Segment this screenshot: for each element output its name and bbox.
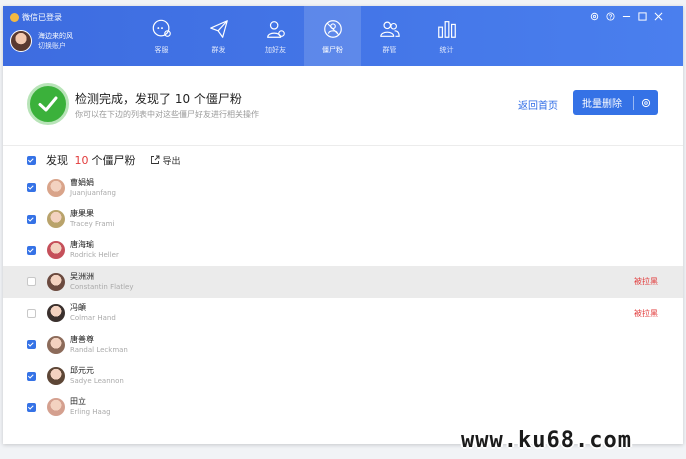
list-item[interactable]: 吴洲洲 Constantin Flatley 被拉黑: [3, 266, 683, 298]
help-icon[interactable]: [606, 12, 615, 21]
tab-label: 统计: [439, 45, 454, 54]
app-window: 微信已登录 海边来的风 切换账户 客服 群发 加好友 僵尸粉 群管 统计 检测完…: [3, 6, 683, 444]
friend-remark: Erling Haag: [70, 408, 111, 417]
row-checkbox[interactable]: [27, 245, 36, 255]
avatar: [47, 210, 65, 229]
app-logo-icon: [10, 13, 19, 22]
export-icon: [150, 155, 159, 164]
row-checkbox[interactable]: [27, 183, 36, 193]
select-all-checkbox[interactable]: [27, 155, 36, 165]
avatar: [47, 398, 65, 417]
tab-zombie-fans[interactable]: 僵尸粉: [304, 6, 361, 66]
friend-remark: Sadye Leannon: [70, 377, 124, 386]
list-item[interactable]: 田立 Erling Haag: [3, 392, 683, 423]
list-item[interactable]: 唐海瑜 Rodrick Heller: [3, 235, 683, 266]
close-icon[interactable]: [654, 12, 663, 21]
avatar: [47, 367, 65, 386]
friend-remark: Rodrick Heller: [70, 251, 119, 260]
batch-delete-button[interactable]: 批量删除: [573, 90, 658, 115]
friend-nickname: 曹娟娟: [70, 177, 94, 187]
list-title: 发现 10 个僵尸粉: [46, 154, 136, 167]
friend-nickname: 冯頔: [70, 303, 86, 313]
list-item[interactable]: 曹娟娟 Juanjuanfang: [3, 172, 683, 203]
friend-remark: Tracey Frami: [70, 220, 115, 229]
status-badge: 被拉黑: [634, 308, 658, 318]
row-checkbox[interactable]: [27, 214, 36, 224]
friend-remark: Constantin Flatley: [70, 282, 134, 291]
friend-remark: Colmar Hand: [70, 314, 116, 323]
avatar: [47, 335, 65, 354]
tab-label: 群发: [211, 45, 226, 54]
status-badge: 被拉黑: [634, 277, 658, 287]
list-item[interactable]: 冯頔 Colmar Hand 被拉黑: [3, 298, 683, 329]
export-label: 导出: [162, 156, 181, 167]
group-icon: [379, 21, 400, 37]
zombie-list: 曹娟娟 Juanjuanfang 康果果 Tracey Frami 唐海瑜 Rodrick…: [3, 172, 683, 423]
result-banner: 检测完成，发现了 10 个僵尸粉 你可以在下边的列表中对这些僵尸好友进行相关操作…: [3, 66, 683, 146]
tab-add-friend[interactable]: 加好友: [247, 6, 304, 66]
avatar: [47, 272, 65, 291]
row-checkbox[interactable]: [27, 340, 36, 350]
friend-nickname: 吴洲洲: [70, 271, 94, 281]
row-checkbox[interactable]: [27, 402, 36, 412]
login-status-text: 微信已登录: [22, 13, 62, 22]
row-checkbox[interactable]: [27, 277, 36, 287]
back-home-link[interactable]: 返回首页: [518, 97, 558, 112]
friend-nickname: 唐善尊: [70, 334, 94, 344]
avatar: [47, 241, 65, 260]
list-item[interactable]: 康果果 Tracey Frami: [3, 203, 683, 234]
tab-customer-service[interactable]: 客服: [133, 6, 190, 66]
tab-label: 客服: [154, 45, 169, 54]
tab-mass-send[interactable]: 群发: [190, 6, 247, 66]
tab-label: 僵尸粉: [322, 45, 343, 54]
tab-label: 群管: [382, 45, 397, 54]
friend-nickname: 邱元元: [70, 366, 94, 376]
main-tabs: 客服 群发 加好友 僵尸粉 群管 统计: [133, 6, 475, 66]
minimize-icon[interactable]: [622, 12, 631, 21]
result-title: 检测完成，发现了 10 个僵尸粉: [75, 92, 242, 106]
login-status: 微信已登录: [10, 12, 62, 23]
user-card[interactable]: 海边来的风 切换账户: [10, 30, 73, 52]
switch-account-link[interactable]: 切换账户: [38, 41, 73, 51]
friend-nickname: 田立: [70, 397, 86, 407]
tab-statistics[interactable]: 统计: [418, 6, 475, 66]
zombie-fan-icon: [323, 19, 342, 38]
success-check-icon: [27, 83, 69, 125]
result-subtitle: 你可以在下边的列表中对这些僵尸好友进行相关操作: [75, 110, 259, 119]
avatar: [47, 178, 65, 197]
friend-remark: Randal Leckman: [70, 345, 128, 354]
row-checkbox[interactable]: [27, 308, 36, 318]
avatar: [47, 304, 65, 323]
list-item[interactable]: 邱元元 Sadye Leannon: [3, 360, 683, 391]
zombie-count: 10: [74, 154, 89, 167]
paper-plane-icon: [209, 19, 228, 38]
friend-remark: Juanjuanfang: [70, 188, 116, 197]
friend-nickname: 唐海瑜: [70, 240, 94, 250]
header-bar: 微信已登录 海边来的风 切换账户 客服 群发 加好友 僵尸粉 群管 统计: [3, 6, 683, 66]
export-button[interactable]: 导出: [150, 154, 181, 167]
maximize-icon[interactable]: [638, 12, 647, 21]
add-friend-icon: [266, 20, 285, 38]
list-item[interactable]: 唐善尊 Randal Leckman: [3, 329, 683, 360]
friend-nickname: 康果果: [70, 209, 94, 219]
user-name: 海边来的风: [38, 32, 73, 40]
chat-bubble-icon: [152, 19, 171, 37]
window-controls: [590, 12, 663, 21]
settings-icon[interactable]: [590, 12, 599, 21]
list-header: 发现 10 个僵尸粉 导出: [27, 152, 181, 168]
watermark: www.ku68.com: [461, 428, 632, 453]
row-checkbox[interactable]: [27, 371, 36, 381]
batch-settings-icon[interactable]: [634, 98, 658, 108]
tab-label: 加好友: [265, 45, 286, 54]
avatar: [10, 30, 32, 52]
batch-delete-label: 批量删除: [582, 99, 622, 110]
bar-chart-icon: [437, 20, 456, 38]
tab-group-manage[interactable]: 群管: [361, 6, 418, 66]
